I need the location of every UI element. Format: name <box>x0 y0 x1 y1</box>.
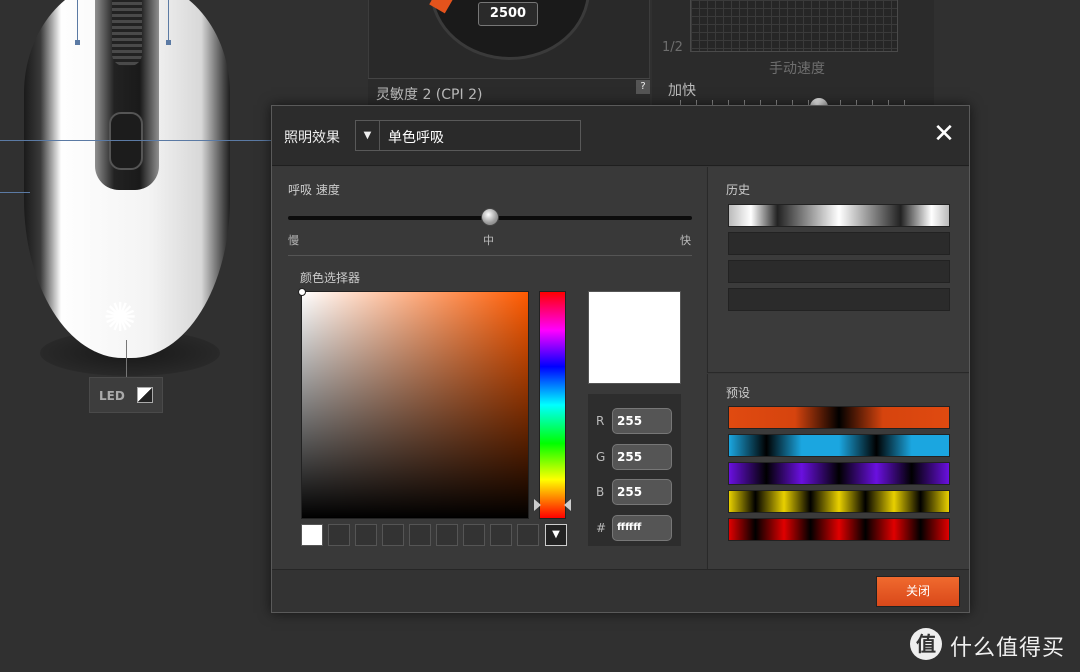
callout-line <box>0 140 272 141</box>
history-pane: 历史 <box>707 167 969 373</box>
lighting-effect-dropdown[interactable]: ▼ 单色呼吸 <box>355 120 581 151</box>
preset-title: 预设 <box>726 386 751 400</box>
dpi-button <box>109 112 143 170</box>
history-slot[interactable] <box>728 232 950 255</box>
dialog-header: 照明效果 ▼ 单色呼吸 ✕ <box>272 106 969 166</box>
swatch[interactable] <box>517 524 539 546</box>
speed-tick-slow: 慢 <box>288 234 299 247</box>
color-preview <box>588 291 681 384</box>
hue-slider[interactable] <box>539 291 566 519</box>
help-icon[interactable]: ? <box>636 80 650 94</box>
preset-yellow[interactable] <box>728 490 950 513</box>
swatch[interactable] <box>436 524 458 546</box>
breath-speed-slider-knob[interactable] <box>481 208 499 226</box>
speed-tick-fast: 快 <box>680 234 691 247</box>
cpi-label: 灵敏度 2 (CPI 2) <box>376 87 483 103</box>
swatch[interactable] <box>490 524 512 546</box>
history-gradient[interactable] <box>728 204 950 227</box>
callout-dot <box>166 40 171 45</box>
callout-line <box>77 0 78 42</box>
led-label: LED <box>99 389 125 403</box>
chevron-down-icon: ▼ <box>356 121 380 150</box>
hex-input[interactable]: ffffff <box>612 515 672 541</box>
hue-slider-arrow-left[interactable] <box>534 499 541 511</box>
close-button[interactable]: 关闭 <box>876 576 960 607</box>
rgb-input-panel: R 255 G 255 B 255 # ffffff <box>588 394 681 546</box>
preset-purple[interactable] <box>728 462 950 485</box>
acceleration-graph <box>690 0 898 52</box>
watermark-logo: 值 <box>910 628 942 660</box>
swatch[interactable] <box>301 524 323 546</box>
recent-swatches <box>301 524 571 546</box>
cpi-value: 2500 <box>478 2 538 26</box>
swatch[interactable] <box>355 524 377 546</box>
lighting-effect-label: 照明效果 <box>284 130 340 146</box>
manual-speed-label: 手动速度 <box>769 61 825 77</box>
breath-speed-label: 呼吸 速度 <box>288 183 340 197</box>
r-label: R <box>596 414 605 428</box>
acceleration-label: 加快 <box>668 83 696 99</box>
lighting-dialog: 照明效果 ▼ 单色呼吸 ✕ 呼吸 速度 慢 中 快 颜色选择器 ▼ R 255 … <box>271 105 970 613</box>
watermark-text: 什么值得买 <box>950 636 1066 661</box>
app-window: ✺ LED 2500 灵敏度 2 (CPI 2) ? 1/2 手动速度 加快 照… <box>0 0 1080 672</box>
lighting-effect-value: 单色呼吸 <box>388 130 444 146</box>
preset-cyan[interactable] <box>728 434 950 457</box>
dialog-footer: 关闭 <box>272 569 969 612</box>
color-picker-title: 颜色选择器 <box>300 271 361 285</box>
swatch[interactable] <box>382 524 404 546</box>
callout-line <box>168 0 169 42</box>
r-input[interactable]: 255 <box>612 408 672 434</box>
swatch[interactable] <box>463 524 485 546</box>
preset-pane: 预设 <box>707 374 969 569</box>
callout-dot <box>75 40 80 45</box>
effect-settings-pane: 呼吸 速度 慢 中 快 颜色选择器 ▼ R 255 G 255 B 255 # … <box>272 167 706 569</box>
history-title: 历史 <box>726 183 751 197</box>
scroll-wheel <box>112 0 142 66</box>
history-slot[interactable] <box>728 260 950 283</box>
b-label: B <box>596 485 605 499</box>
color-picker-cursor[interactable] <box>298 288 306 296</box>
led-color-swatch[interactable] <box>137 387 153 403</box>
g-label: G <box>596 450 606 464</box>
saturation-value-picker[interactable] <box>301 291 529 519</box>
preset-red[interactable] <box>728 518 950 541</box>
swatch-dropdown-button[interactable]: ▼ <box>545 524 567 546</box>
hex-label: # <box>596 521 607 535</box>
close-icon[interactable]: ✕ <box>932 121 956 147</box>
preset-orange[interactable] <box>728 406 950 429</box>
b-input[interactable]: 255 <box>612 479 672 505</box>
callout-line <box>0 192 30 193</box>
history-slot[interactable] <box>728 288 950 311</box>
g-input[interactable]: 255 <box>612 444 672 470</box>
steelseries-logo-icon: ✺ <box>103 295 137 341</box>
swatch[interactable] <box>328 524 350 546</box>
divider <box>288 255 692 256</box>
swatch[interactable] <box>409 524 431 546</box>
hue-slider-arrow-right[interactable] <box>564 499 571 511</box>
speed-tick-mid: 中 <box>483 234 494 247</box>
ratio-label: 1/2 <box>662 40 683 55</box>
led-callout-line <box>126 340 127 377</box>
